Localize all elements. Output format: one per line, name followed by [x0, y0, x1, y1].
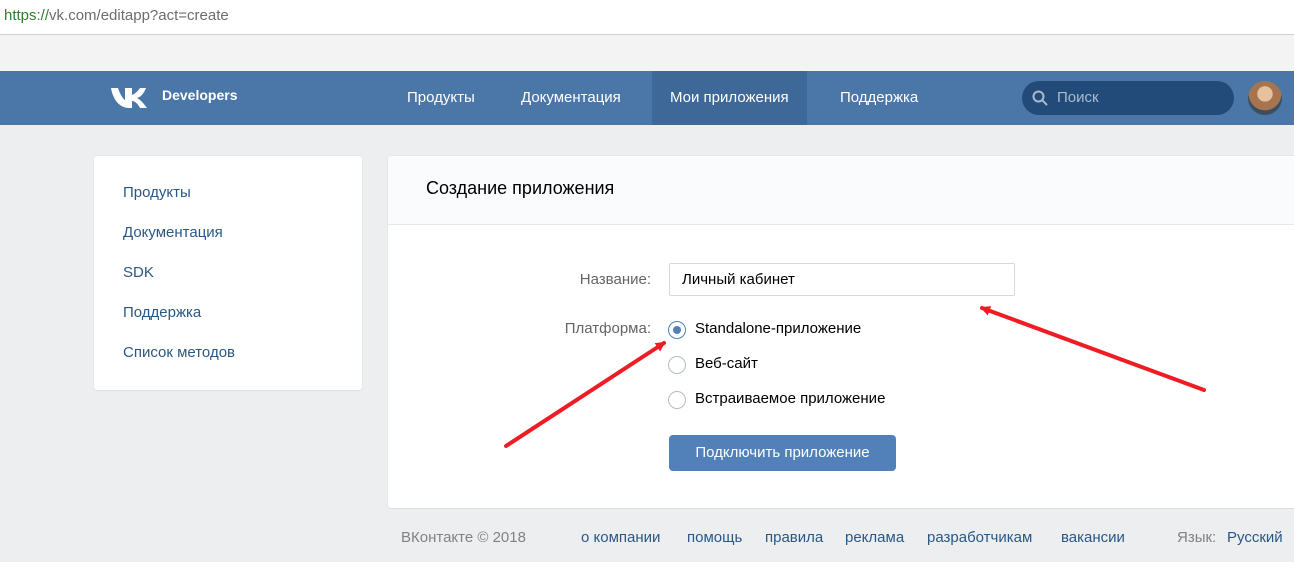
sidebar-menu: Продукты Документация SDK Поддержка Спис…: [94, 156, 362, 390]
radio-label-website[interactable]: Веб-сайт: [695, 355, 758, 372]
create-app-card: Создание приложения Название: Личный каб…: [388, 156, 1294, 508]
url-scheme: https://: [4, 7, 50, 24]
top-header: Developers Продукты Документация Мои при…: [0, 71, 1294, 125]
footer-link-developers[interactable]: разработчикам: [927, 529, 1032, 546]
radio-label-standalone[interactable]: Standalone-приложение: [695, 320, 861, 337]
search-icon: [1032, 90, 1048, 106]
search-placeholder: Поиск: [1057, 89, 1099, 106]
footer-link-jobs[interactable]: вакансии: [1061, 529, 1125, 546]
connect-app-button[interactable]: Подключить приложение: [669, 435, 896, 471]
radio-standalone[interactable]: [668, 321, 686, 339]
sidebar-item-sdk[interactable]: SDK: [123, 264, 154, 281]
footer-link-help[interactable]: помощь: [687, 529, 742, 546]
nav-products[interactable]: Продукты: [389, 71, 493, 125]
footer-language-value[interactable]: Русский: [1227, 529, 1283, 546]
brand-title[interactable]: Developers: [162, 87, 237, 103]
nav-support[interactable]: Поддержка: [822, 71, 936, 125]
footer-link-about[interactable]: о компании: [581, 529, 660, 546]
radio-label-embedded[interactable]: Встраиваемое приложение: [695, 390, 885, 407]
sidebar-item-methods[interactable]: Список методов: [123, 344, 235, 361]
footer-copyright: ВКонтакте © 2018: [401, 529, 526, 546]
nav-my-apps[interactable]: Мои приложения: [652, 71, 807, 125]
app-name-field[interactable]: Личный кабинет: [669, 263, 1015, 296]
name-label: Название:: [579, 271, 651, 288]
avatar[interactable]: [1248, 81, 1282, 115]
url-path: vk.com/editapp?act=create: [49, 7, 229, 24]
footer-language-label: Язык:: [1177, 529, 1217, 546]
sidebar-item-products[interactable]: Продукты: [123, 184, 191, 201]
address-url[interactable]: https://vk.com/editapp?act=create: [4, 7, 229, 24]
footer-link-rules[interactable]: правила: [765, 529, 823, 546]
browser-toolbar-gap: [0, 35, 1294, 71]
footer-link-ads[interactable]: реклама: [845, 529, 904, 546]
radio-embedded[interactable]: [668, 391, 686, 409]
nav-documentation[interactable]: Документация: [503, 71, 639, 125]
sidebar-item-support[interactable]: Поддержка: [123, 304, 201, 321]
vk-logo-icon[interactable]: [108, 85, 148, 111]
search-input[interactable]: Поиск: [1022, 81, 1234, 115]
page-title: Создание приложения: [426, 178, 615, 198]
platform-label: Платформа:: [564, 320, 651, 337]
radio-website[interactable]: [668, 356, 686, 374]
sidebar-item-documentation[interactable]: Документация: [123, 224, 223, 241]
browser-address-bar[interactable]: https://vk.com/editapp?act=create: [0, 0, 1294, 35]
card-header: Создание приложения: [388, 156, 1294, 225]
